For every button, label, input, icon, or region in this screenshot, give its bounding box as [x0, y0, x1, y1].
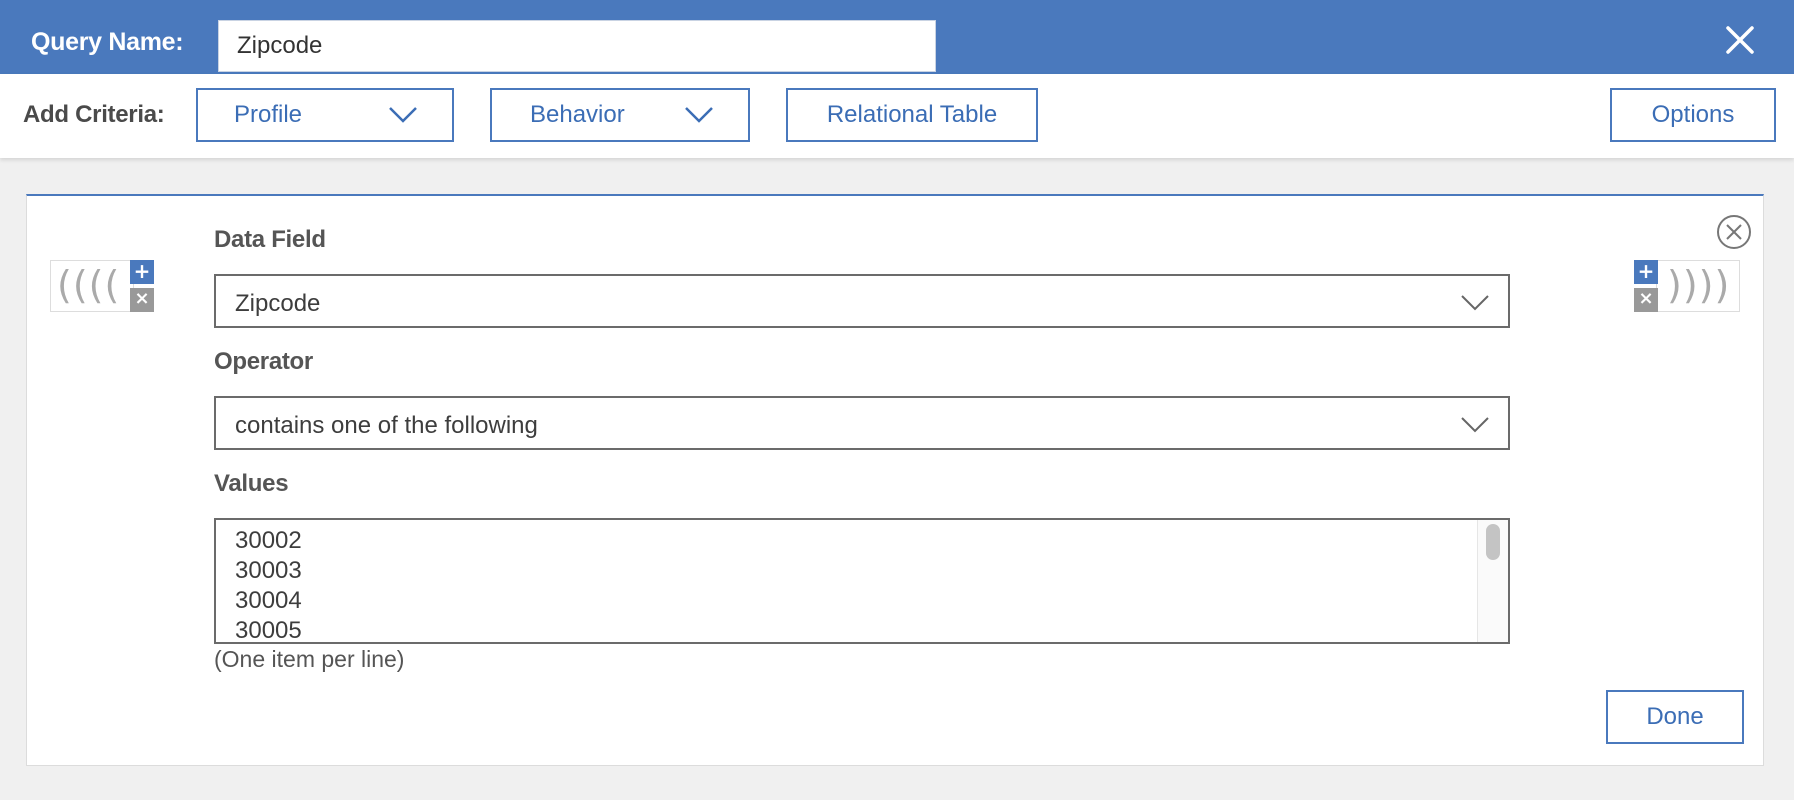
- close-icon[interactable]: [1722, 22, 1758, 58]
- data-field-select[interactable]: Zipcode: [214, 274, 1510, 328]
- chevron-down-icon: [1461, 295, 1489, 311]
- add-criteria-label: Add Criteria:: [23, 101, 165, 128]
- data-field-label: Data Field: [214, 226, 326, 253]
- add-open-paren-button[interactable]: +: [130, 260, 154, 284]
- remove-condition-icon[interactable]: [1716, 214, 1752, 250]
- values-hint: (One item per line): [214, 646, 405, 672]
- value-line: 30005: [235, 617, 302, 644]
- chevron-down-icon: [1461, 417, 1489, 433]
- chevron-down-icon: [389, 107, 417, 123]
- chevron-down-icon: [685, 107, 713, 123]
- value-line: 30003: [235, 557, 302, 584]
- relational-table-button[interactable]: Relational Table: [786, 88, 1038, 142]
- operator-value: contains one of the following: [235, 412, 538, 439]
- remove-open-paren-button[interactable]: ×: [130, 288, 154, 312]
- close-parens-display: )))): [1656, 260, 1740, 312]
- values-textarea[interactable]: 30002 30003 30004 30005: [214, 518, 1510, 644]
- values-label: Values: [214, 470, 289, 497]
- add-criteria-bar: Add Criteria: Profile Behavior Relationa…: [0, 74, 1794, 158]
- options-button[interactable]: Options: [1610, 88, 1776, 142]
- behavior-label: Behavior: [530, 101, 625, 128]
- values-list: 30002 30003 30004 30005: [235, 526, 302, 644]
- open-parens-display: ((((: [50, 260, 134, 312]
- options-label: Options: [1651, 101, 1735, 128]
- operator-label: Operator: [214, 348, 313, 375]
- scrollbar-thumb[interactable]: [1486, 524, 1500, 560]
- relational-table-label: Relational Table: [826, 101, 998, 128]
- add-close-paren-button[interactable]: +: [1634, 260, 1658, 284]
- behavior-dropdown-button[interactable]: Behavior: [490, 88, 750, 142]
- query-header-bar: Query Name:: [0, 0, 1794, 74]
- operator-select[interactable]: contains one of the following: [214, 396, 1510, 450]
- query-name-label: Query Name:: [31, 28, 184, 56]
- value-line: 30002: [235, 527, 302, 554]
- query-name-input[interactable]: [218, 20, 936, 72]
- profile-dropdown-button[interactable]: Profile: [196, 88, 454, 142]
- remove-close-paren-button[interactable]: ×: [1634, 288, 1658, 312]
- data-field-value: Zipcode: [235, 290, 321, 317]
- done-button[interactable]: Done: [1606, 690, 1744, 744]
- profile-label: Profile: [234, 101, 303, 128]
- value-line: 30004: [235, 587, 302, 614]
- values-scrollbar[interactable]: [1477, 520, 1508, 642]
